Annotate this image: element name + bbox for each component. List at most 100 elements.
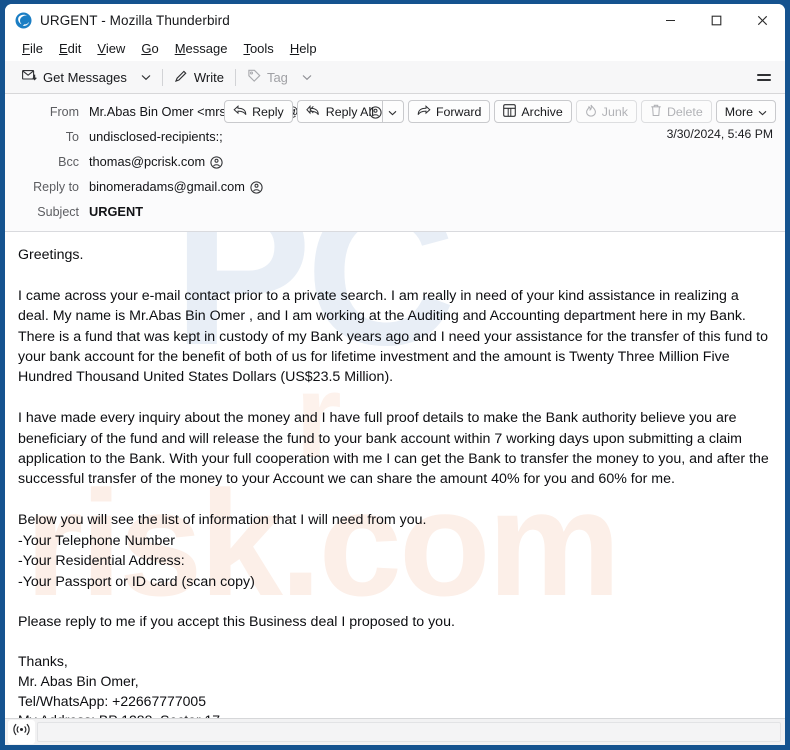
menu-tools-rest: ools: [249, 41, 274, 56]
menu-help[interactable]: Help: [282, 40, 325, 58]
subject-text: URGENT: [89, 204, 144, 219]
minimize-button[interactable]: [647, 4, 693, 37]
tag-icon: [247, 69, 261, 86]
menu-go[interactable]: Go: [133, 40, 166, 58]
reply-all-dropdown-button[interactable]: [381, 100, 404, 123]
write-label: Write: [193, 69, 224, 85]
write-button[interactable]: Write: [167, 65, 231, 89]
main-toolbar: Get Messages Write Tag: [5, 61, 785, 94]
tag-dropdown-button[interactable]: [295, 65, 319, 89]
add-to-address-book-icon[interactable]: [369, 106, 383, 119]
header-row-subject: Subject URGENT: [5, 201, 785, 225]
menu-edit-rest: dit: [67, 41, 82, 56]
menu-tools[interactable]: Tools: [235, 40, 281, 58]
reply-to-address-text: binomeradams@gmail.com: [89, 179, 245, 194]
menu-message[interactable]: Message: [167, 40, 236, 58]
junk-label: Junk: [601, 104, 628, 119]
hamburger-menu-icon-bar-1: [757, 73, 771, 76]
status-message-field: [37, 722, 781, 742]
menu-message-rest: essage: [185, 41, 228, 56]
message-date: 3/30/2024, 5:46 PM: [666, 127, 773, 141]
get-messages-label: Get Messages: [43, 69, 127, 85]
toolbar-separator-1: [161, 68, 163, 86]
status-bar: [5, 718, 785, 745]
header-value-subject: URGENT: [79, 201, 775, 219]
to-address-text: undisclosed-recipients:;: [89, 129, 223, 144]
tag-label: Tag: [266, 69, 288, 85]
more-button[interactable]: More: [715, 100, 776, 123]
broadcast-connection-icon: [13, 723, 30, 741]
delete-label: Delete: [666, 104, 703, 119]
header-value-bcc[interactable]: thomas@pcrisk.com: [79, 151, 775, 169]
toolbar-separator-2: [234, 68, 236, 86]
menu-file-accel: F: [22, 41, 30, 56]
bcc-address-text: thomas@pcrisk.com: [89, 154, 206, 169]
get-messages-dropdown-button[interactable]: [134, 65, 158, 89]
menu-go-rest: o: [151, 41, 159, 56]
menu-view-accel: V: [97, 41, 106, 56]
menu-go-accel: G: [141, 41, 152, 56]
close-button[interactable]: [739, 4, 785, 37]
header-label-from: From: [49, 105, 79, 119]
window-controls: [647, 4, 785, 37]
thunderbird-logo-icon: [15, 12, 32, 29]
archive-button[interactable]: Archive: [494, 100, 572, 123]
message-signature-text: Thanks, Mr. Abas Bin Omer, Tel/WhatsApp:…: [18, 653, 224, 718]
archive-box-icon: [503, 103, 517, 120]
message-body-pane: PC risk.com r Greetings. I came across y…: [5, 232, 785, 718]
menu-message-accel: M: [174, 41, 186, 56]
thunderbird-app-window: URGENT - Mozilla Thunderbird File Edit V…: [0, 0, 790, 750]
junk-button[interactable]: Junk: [575, 100, 637, 123]
more-label: More: [724, 104, 753, 119]
add-to-address-book-icon[interactable]: [250, 181, 263, 194]
get-messages-envelope-icon: [22, 69, 37, 85]
get-messages-button[interactable]: Get Messages: [15, 65, 134, 89]
reply-arrow-icon: [233, 104, 247, 119]
menu-bar: File Edit View Go Message Tools Help: [5, 37, 785, 61]
menu-help-accel: H: [289, 41, 300, 56]
menu-edit[interactable]: Edit: [51, 40, 89, 58]
header-label-bcc: Bcc: [58, 155, 79, 169]
add-to-address-book-icon[interactable]: [210, 156, 223, 169]
message-action-buttons: Reply Reply All Forward Archive Junk Del…: [224, 100, 776, 123]
forward-label: Forward: [435, 104, 482, 119]
header-row-reply-to: Reply to binomeradams@gmail.com: [5, 176, 785, 200]
chevron-down-icon: [141, 68, 151, 86]
maximize-button[interactable]: [693, 4, 739, 37]
archive-label: Archive: [521, 104, 563, 119]
window-chrome: URGENT - Mozilla Thunderbird File Edit V…: [5, 4, 785, 745]
header-row-bcc: Bcc thomas@pcrisk.com: [5, 151, 785, 175]
reply-label: Reply: [252, 104, 284, 119]
trash-icon: [650, 104, 662, 120]
header-label-to: To: [65, 130, 79, 144]
menu-file[interactable]: File: [14, 40, 51, 58]
menu-edit-accel: E: [58, 41, 68, 56]
header-value-reply-to[interactable]: binomeradams@gmail.com: [79, 176, 775, 194]
forward-arrow-icon: [417, 104, 431, 119]
app-menu-button[interactable]: [751, 65, 777, 89]
menu-view[interactable]: View: [89, 40, 133, 58]
connection-status-button[interactable]: [8, 720, 35, 744]
junk-flame-icon: [585, 104, 597, 120]
message-body-text: Greetings. I came across your e-mail con…: [18, 247, 769, 631]
reply-all-group: Reply All: [296, 100, 404, 123]
chevron-down-icon: [758, 105, 767, 119]
hamburger-menu-icon-bar-2: [757, 78, 771, 81]
menu-view-rest: iew: [105, 41, 126, 56]
menu-file-rest: ile: [29, 41, 43, 56]
chevron-down-icon: [302, 68, 312, 86]
title-bar: URGENT - Mozilla Thunderbird: [5, 4, 785, 37]
reply-button[interactable]: Reply: [224, 100, 293, 123]
header-label-subject: Subject: [37, 205, 79, 219]
header-label-reply-to: Reply to: [33, 180, 79, 194]
window-title: URGENT - Mozilla Thunderbird: [40, 13, 230, 28]
reply-all-label: Reply All: [325, 104, 374, 119]
menu-help-rest: elp: [299, 41, 317, 56]
forward-button[interactable]: Forward: [407, 100, 491, 123]
chevron-down-icon: [388, 103, 397, 121]
tag-button[interactable]: Tag: [240, 65, 295, 89]
pencil-icon: [174, 69, 188, 86]
message-header: Reply Reply All Forward Archive Junk Del…: [5, 94, 785, 232]
reply-all-arrow-icon: [305, 104, 321, 119]
delete-button[interactable]: Delete: [640, 100, 712, 123]
